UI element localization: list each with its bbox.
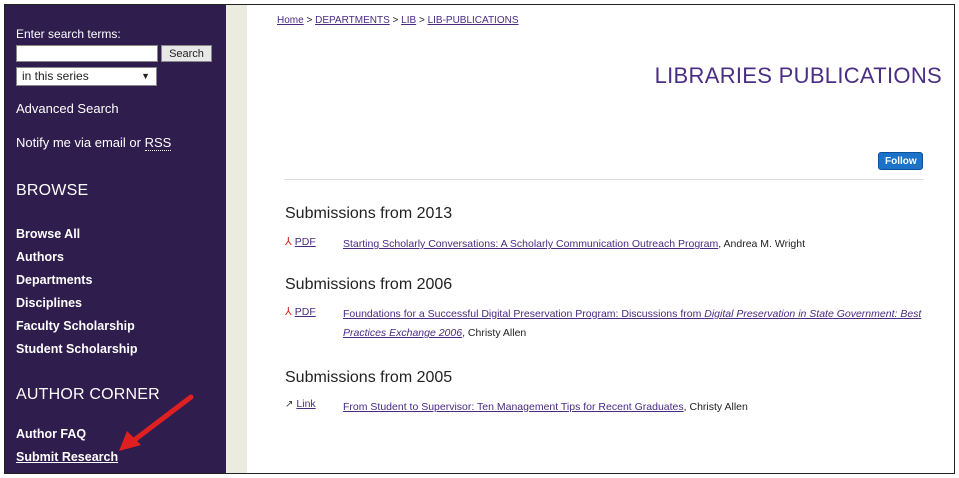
section-heading-2006: Submissions from 2006 [285, 276, 453, 293]
follow-button[interactable]: Follow [878, 152, 923, 170]
notify-prefix: Notify me via email or [16, 135, 145, 150]
search-scope-value: in this series [22, 69, 89, 83]
notify-text: Notify me via email or RSS [16, 135, 172, 151]
pdf-link[interactable]: ⅄ PDF [285, 305, 316, 318]
pdf-icon: ⅄ [285, 306, 292, 318]
divider [284, 179, 924, 180]
sidebar: Enter search terms: Search in this serie… [5, 5, 226, 473]
search-scope-select[interactable]: in this series ▼ [16, 67, 157, 86]
breadcrumb-home[interactable]: Home [277, 15, 304, 26]
faculty-scholarship-link[interactable]: Faculty Scholarship [16, 315, 138, 338]
search-input[interactable] [16, 45, 158, 62]
pdf-icon: ⅄ [285, 236, 292, 248]
author-faq-link[interactable]: Author FAQ [16, 423, 118, 446]
browse-all-link[interactable]: Browse All [16, 223, 138, 246]
entry-author: , Christy Allen [683, 401, 748, 413]
page-frame: Enter search terms: Search in this serie… [4, 4, 955, 474]
browse-heading: BROWSE [16, 182, 89, 199]
page-title: LIBRARIES PUBLICATIONS [654, 63, 942, 88]
breadcrumb-separator: > [392, 15, 399, 26]
search-label: Enter search terms: [16, 27, 121, 41]
entry-text: Foundations for a Successful Digital Pre… [343, 305, 923, 343]
section-heading-2013: Submissions from 2013 [285, 205, 453, 222]
entry-text: From Student to Supervisor: Ten Manageme… [343, 398, 923, 417]
browse-list: Browse All Authors Departments Disciplin… [16, 223, 138, 361]
disciplines-link[interactable]: Disciplines [16, 292, 138, 315]
breadcrumb-departments[interactable]: DEPARTMENTS [315, 15, 390, 26]
section-heading-2005: Submissions from 2005 [285, 369, 453, 386]
breadcrumb-lib[interactable]: LIB [401, 15, 416, 26]
student-scholarship-link[interactable]: Student Scholarship [16, 338, 138, 361]
entry-title-link[interactable]: Starting Scholarly Conversations: A Scho… [343, 238, 718, 250]
pdf-link[interactable]: ⅄ PDF [285, 235, 316, 248]
breadcrumb: Home > DEPARTMENTS > LIB > LIB-PUBLICATI… [277, 15, 519, 26]
departments-link[interactable]: Departments [16, 269, 138, 292]
authors-link[interactable]: Authors [16, 246, 138, 269]
link-label: Link [296, 398, 316, 410]
external-link[interactable]: ↗ Link [285, 398, 316, 410]
external-link-icon: ↗ [285, 399, 294, 410]
advanced-search-link[interactable]: Advanced Search [16, 101, 119, 116]
author-corner-list: Author FAQ Submit Research [16, 423, 118, 469]
rss-link[interactable]: RSS [144, 135, 172, 151]
main-content: Home > DEPARTMENTS > LIB > LIB-PUBLICATI… [247, 5, 954, 473]
pdf-label: PDF [294, 236, 316, 248]
search-button[interactable]: Search [161, 45, 212, 62]
breadcrumb-lib-publications[interactable]: LIB-PUBLICATIONS [428, 15, 519, 26]
entry-author: , Christy Allen [462, 327, 527, 339]
pdf-label: PDF [294, 306, 316, 318]
submit-research-link[interactable]: Submit Research [16, 446, 118, 469]
annotation-arrow-icon [119, 394, 194, 451]
entry-text: Starting Scholarly Conversations: A Scho… [343, 235, 923, 254]
dropdown-arrow-icon: ▼ [141, 71, 150, 81]
breadcrumb-separator: > [306, 15, 313, 26]
entry-title-link[interactable]: Foundations for a Successful Digital Pre… [343, 308, 921, 339]
search-row: Search [16, 45, 212, 62]
breadcrumb-separator: > [418, 15, 425, 26]
entry-title-link[interactable]: From Student to Supervisor: Ten Manageme… [343, 401, 684, 413]
entry-author: , Andrea M. Wright [718, 238, 806, 250]
sidebar-gutter [226, 5, 247, 473]
entry-title-part1: Foundations for a Successful Digital Pre… [343, 308, 705, 320]
